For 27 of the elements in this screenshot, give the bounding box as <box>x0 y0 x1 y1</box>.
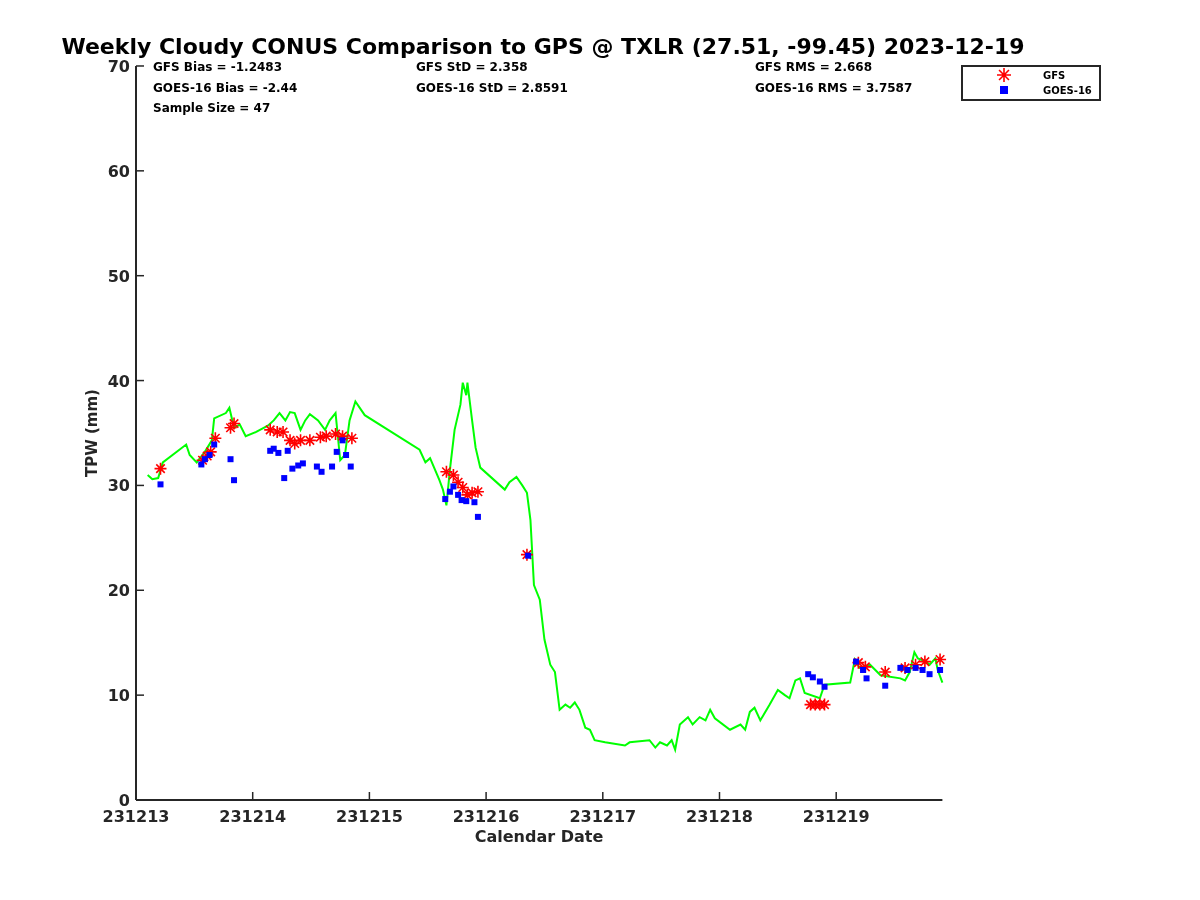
y-tick-label: 30 <box>107 476 130 496</box>
x-tick-label: 231214 <box>219 807 287 826</box>
x-tick-label: 231216 <box>452 807 520 826</box>
x-tick-label: 231218 <box>686 807 753 826</box>
y-tick-label: 0 <box>118 791 130 810</box>
y-tick-label: 10 <box>107 686 130 706</box>
legend-label: GFS <box>1043 70 1066 81</box>
y-tick-label: 40 <box>107 371 130 391</box>
statistic-text: GFS StD = 2.358 <box>416 60 528 74</box>
statistic-text: Sample Size = 47 <box>153 101 271 115</box>
statistic-text: GFS RMS = 2.668 <box>755 60 873 74</box>
y-tick-label: 50 <box>107 266 130 286</box>
y-axis-label: TPW (mm) <box>83 389 101 477</box>
chart-title: Weekly Cloudy CONUS Comparison to GPS @ TXLR (27.51, -99.45) 2023-12-19 <box>61 36 1025 58</box>
x-tick-label: 231219 <box>802 807 870 826</box>
legend-label: GOES-16 <box>1043 85 1092 96</box>
statistic-text: GFS Bias = -1.2483 <box>153 60 283 74</box>
statistic-text: GOES-16 StD = 2.8591 <box>416 80 568 95</box>
statistic-text: GOES-16 Bias = -2.44 <box>153 80 298 95</box>
x-tick-label: 231213 <box>102 807 170 826</box>
y-tick-label: 70 <box>107 60 130 76</box>
x-tick-label: 231217 <box>569 807 637 826</box>
y-tick-label: 60 <box>107 161 130 181</box>
x-tick-label: 231215 <box>336 807 403 826</box>
x-axis-label: Calendar Date <box>474 827 604 846</box>
statistic-text: GOES-16 RMS = 3.7587 <box>755 80 913 95</box>
y-tick-label: 20 <box>107 581 130 601</box>
